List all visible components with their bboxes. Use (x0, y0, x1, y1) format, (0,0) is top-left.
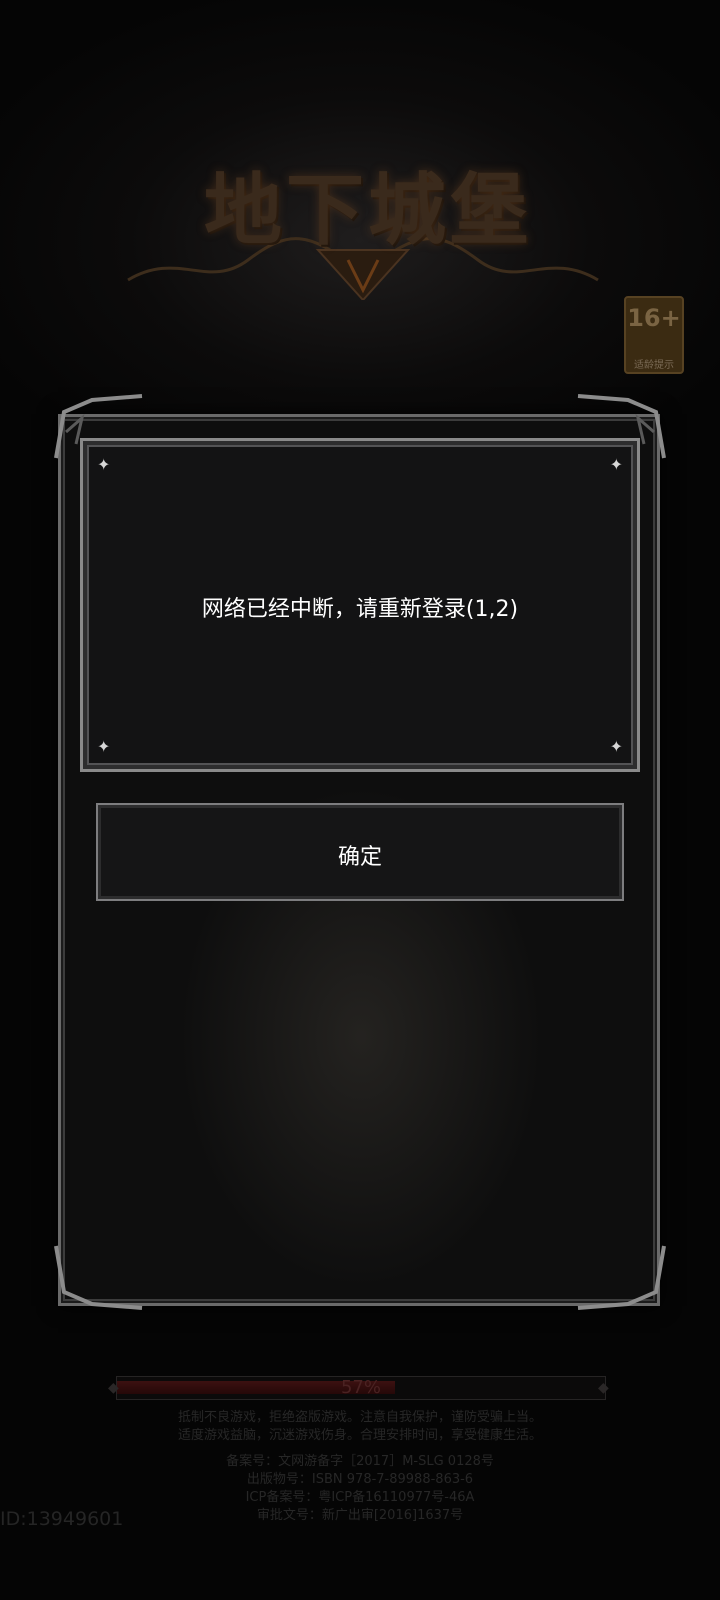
progress-left-cap-icon: ◆ (108, 1380, 119, 1396)
confirm-button-label: 确定 (337, 845, 382, 870)
sparkle-icon: ✦ (97, 455, 111, 474)
progress-label: 57% (340, 1377, 381, 1398)
error-message: 网络已经中断，请重新登录(1,2) (201, 597, 519, 622)
game-screen: 地下城堡 16+ 适龄提示 ✦ ✦ ✦ ✦ 网络已经中断，请重新登录(1,2) … (0, 0, 720, 1600)
message-panel: ✦ ✦ ✦ ✦ 网络已经中断，请重新登录(1,2) (80, 438, 640, 772)
game-logo: 地下城堡 (118, 130, 608, 300)
age-rating-caption: 适龄提示 (634, 360, 674, 371)
sparkle-icon: ✦ (609, 737, 623, 756)
user-id: ID:13949601 (0, 1508, 124, 1530)
health-notice-line-1: 抵制不良游戏，拒绝盗版游戏。注意自我保护，谨防受骗上当。 (177, 1410, 542, 1425)
health-notice-line-2: 适度游戏益脑，沉迷游戏伤身。合理安排时间，享受健康生活。 (177, 1428, 542, 1443)
frame-corner-ornament-icon (577, 1245, 666, 1310)
icp-number: ICP备案号：粤ICP备16110977号-46A (245, 1490, 475, 1505)
age-rating-number: 16+ (627, 304, 681, 332)
progress-right-cap-icon: ◆ (598, 1380, 609, 1396)
loading-progress-bar: 57% (116, 1376, 606, 1400)
age-rating-badge[interactable]: 16+ 适龄提示 (624, 296, 684, 374)
record-number: 备案号：文网游备字［2017］M-SLG 0128号 (226, 1454, 494, 1469)
logo-title: 地下城堡 (203, 165, 532, 256)
confirm-button[interactable]: 确定 (96, 803, 624, 901)
sparkle-icon: ✦ (97, 737, 111, 756)
sparkle-icon: ✦ (609, 455, 623, 474)
frame-corner-ornament-icon (54, 1245, 143, 1310)
publication-number: 出版物号：ISBN 978-7-89988-863-6 (246, 1472, 474, 1487)
